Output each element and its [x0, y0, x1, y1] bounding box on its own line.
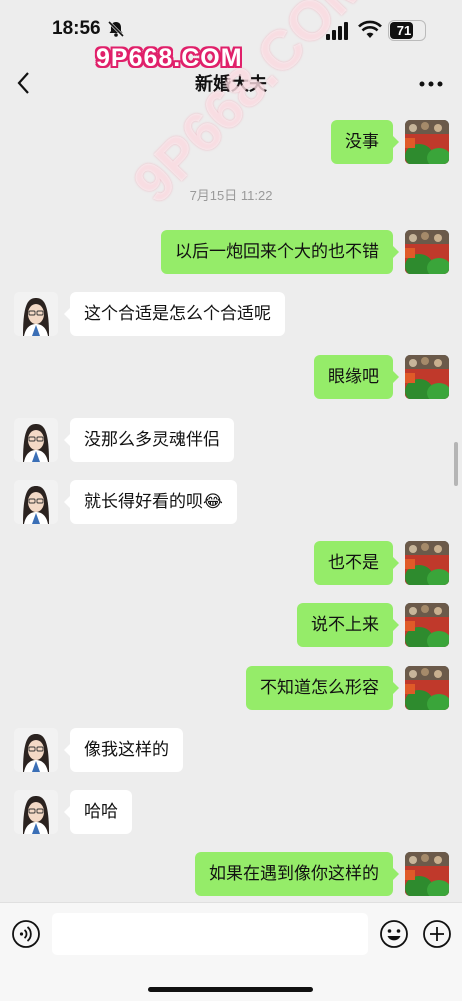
- message-bubble-received[interactable]: 哈哈: [64, 790, 132, 834]
- message-input[interactable]: [52, 913, 368, 955]
- home-indicator: [148, 987, 313, 992]
- message-bubble-received[interactable]: 这个合适是怎么个合适呢: [64, 292, 285, 336]
- avatar-me[interactable]: [405, 541, 449, 585]
- bell-slash-icon: [107, 20, 125, 38]
- message-bubble-received[interactable]: 就长得好看的呗😂: [64, 480, 237, 524]
- avatar-contact[interactable]: [14, 728, 58, 772]
- message-bubble-sent[interactable]: 不知道怎么形容: [246, 666, 399, 710]
- ellipsis-icon[interactable]: [418, 80, 444, 88]
- avatar-me[interactable]: [405, 666, 449, 710]
- avatar-me[interactable]: [405, 603, 449, 647]
- chat-title: 新婚大夫: [195, 74, 267, 95]
- timestamp: 7月15日 11:22: [189, 188, 273, 203]
- message-bubble-sent[interactable]: 也不是: [314, 541, 399, 585]
- message-bubble-sent[interactable]: 眼缘吧: [314, 355, 399, 399]
- avatar-me[interactable]: [405, 355, 449, 399]
- avatar-contact[interactable]: [14, 790, 58, 834]
- battery-level: 71: [396, 23, 412, 38]
- avatar-contact[interactable]: [14, 480, 58, 524]
- input-bar: [0, 902, 462, 1001]
- avatar-me[interactable]: [405, 120, 449, 164]
- message-bubble-sent[interactable]: 说不上来: [297, 603, 399, 647]
- message-bubble-received[interactable]: 没那么多灵魂伴侣: [64, 418, 234, 462]
- message-bubble-sent[interactable]: 如果在遇到像你这样的: [195, 852, 399, 896]
- avatar-me[interactable]: [405, 852, 449, 896]
- scroll-indicator[interactable]: [454, 442, 458, 486]
- emoji-icon[interactable]: [379, 919, 409, 949]
- voice-icon[interactable]: [11, 919, 41, 949]
- message-bubble-received[interactable]: 像我这样的: [64, 728, 183, 772]
- message-bubble-sent[interactable]: 以后一炮回来个大的也不错: [161, 230, 399, 274]
- battery-indicator: 71: [388, 20, 426, 41]
- status-time: 18:56: [52, 18, 101, 39]
- avatar-me[interactable]: [405, 230, 449, 274]
- avatar-contact[interactable]: [14, 418, 58, 462]
- wifi-icon: [358, 20, 382, 38]
- avatar-contact[interactable]: [14, 292, 58, 336]
- plus-icon[interactable]: [422, 919, 452, 949]
- message-bubble-sent[interactable]: 没事: [331, 120, 399, 164]
- nav-bar: 新婚大夫: [0, 56, 462, 108]
- signal-icon: [326, 22, 348, 40]
